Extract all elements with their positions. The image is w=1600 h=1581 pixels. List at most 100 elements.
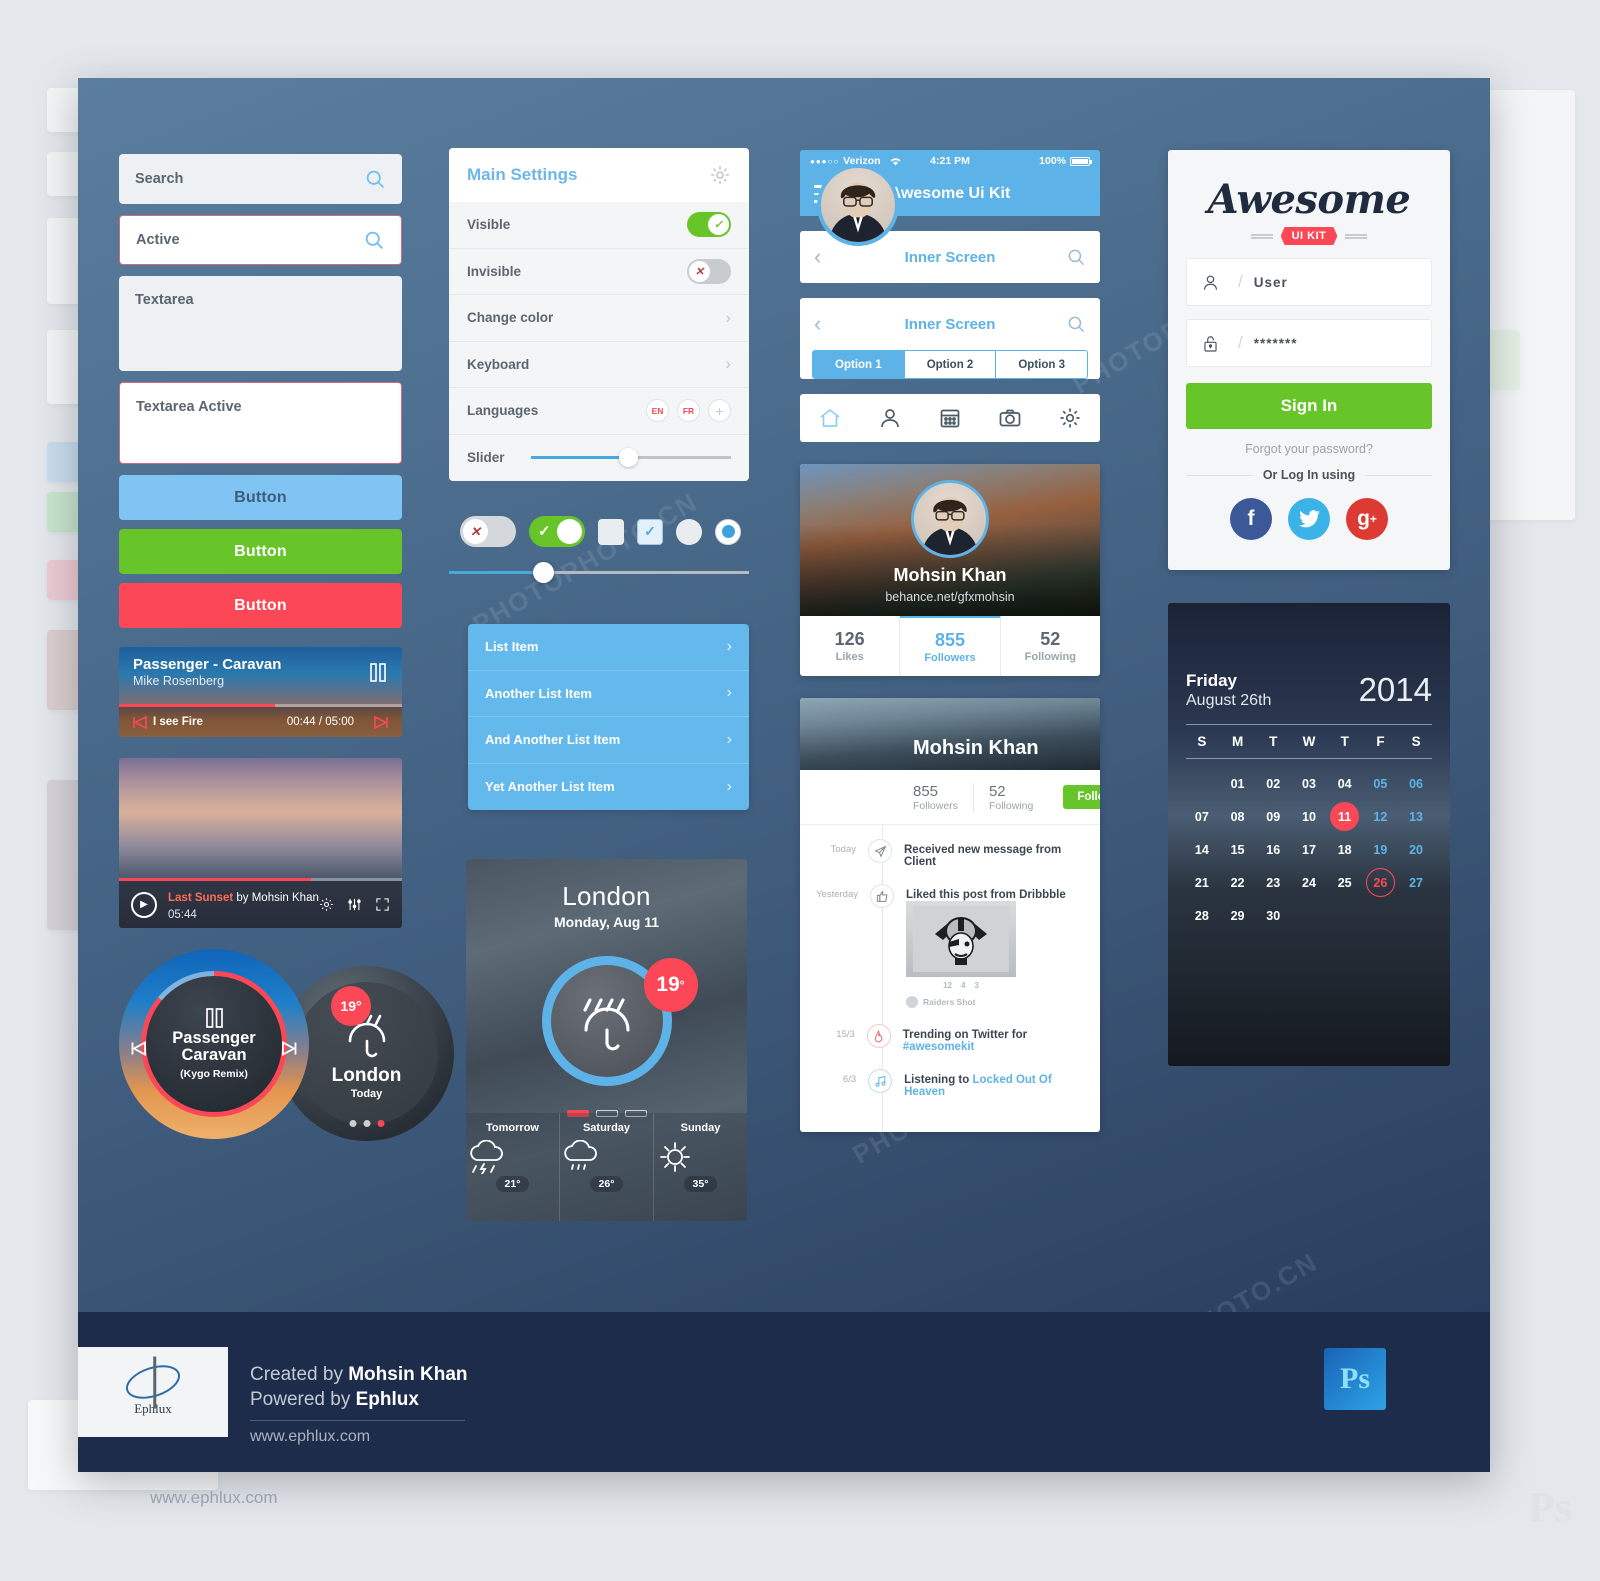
pause-icon[interactable]	[205, 1007, 223, 1028]
calendar-cell[interactable]: 14	[1184, 833, 1220, 866]
calendar-icon[interactable]	[920, 406, 980, 430]
settings-row-change-color[interactable]: Change color ›	[449, 295, 749, 342]
forgot-password-link[interactable]: Forgot your password?	[1186, 442, 1432, 456]
google-plus-icon[interactable]: g +	[1346, 498, 1388, 540]
calendar-cell[interactable]: 28	[1184, 899, 1220, 932]
forecast-day[interactable]: Saturday 26°	[560, 1113, 654, 1221]
calendar-cell[interactable]: 03	[1291, 767, 1327, 800]
back-chevron-icon[interactable]: ‹	[814, 244, 821, 270]
equalizer-icon[interactable]	[347, 897, 362, 912]
calendar-cell[interactable]: 16	[1255, 833, 1291, 866]
calendar-cell[interactable]: 11	[1327, 800, 1363, 833]
back-chevron-icon[interactable]: ‹	[814, 311, 821, 337]
button-green[interactable]: Button	[119, 529, 402, 574]
follow-button[interactable]: Follow	[1063, 785, 1100, 809]
calendar-cell[interactable]: 18	[1327, 833, 1363, 866]
calendar-cell[interactable]: 08	[1220, 800, 1256, 833]
calendar-cell[interactable]: 20	[1398, 833, 1434, 866]
calendar-cell[interactable]: 05	[1363, 767, 1399, 800]
segment-option-1[interactable]: Option 1	[813, 351, 905, 378]
list-item[interactable]: List Item ›	[468, 624, 749, 671]
language-chip-fr[interactable]: FR	[677, 399, 700, 423]
gear-icon[interactable]	[319, 897, 334, 912]
calendar-cell[interactable]: 09	[1255, 800, 1291, 833]
pause-icon[interactable]	[370, 663, 386, 682]
user-icon[interactable]	[860, 406, 920, 430]
calendar-cell[interactable]: 22	[1220, 866, 1256, 899]
segment-option-2[interactable]: Option 2	[905, 351, 997, 378]
settings-row-keyboard[interactable]: Keyboard ›	[449, 342, 749, 388]
password-field[interactable]: / *******	[1186, 319, 1432, 367]
settings-slider[interactable]	[531, 448, 731, 468]
segment-option-3[interactable]: Option 3	[996, 351, 1087, 378]
footer-website[interactable]: www.ephlux.com	[250, 1428, 468, 1446]
stat-likes[interactable]: 126 Likes	[800, 616, 901, 676]
add-language-button[interactable]: +	[708, 399, 731, 423]
settings-row-languages[interactable]: Languages EN FR +	[449, 388, 749, 435]
forecast-day[interactable]: Sunday 35°	[654, 1113, 747, 1221]
calendar-cell[interactable]: 13	[1398, 800, 1434, 833]
camera-icon[interactable]	[980, 406, 1040, 430]
signin-button[interactable]: Sign In	[1186, 383, 1432, 429]
calendar-cell[interactable]: 07	[1184, 800, 1220, 833]
dribbble-shot[interactable]: 12 4 3 Raiders Shot	[906, 901, 1066, 1008]
settings-row-slider[interactable]: Slider	[449, 435, 749, 482]
search-icon[interactable]	[364, 230, 385, 251]
visible-toggle[interactable]: ✓	[687, 212, 731, 238]
calendar-cell[interactable]: 26	[1363, 866, 1399, 899]
standalone-slider[interactable]	[449, 562, 749, 583]
list-item[interactable]: Another List Item ›	[468, 671, 749, 717]
calendar-cell[interactable]: 23	[1255, 866, 1291, 899]
search-input-active[interactable]: Active	[119, 215, 402, 265]
gear-icon[interactable]	[709, 164, 731, 186]
calendar-cell[interactable]: 06	[1398, 767, 1434, 800]
textarea-input-active[interactable]: Textarea Active	[119, 382, 402, 464]
search-icon[interactable]	[1067, 315, 1086, 334]
twitter-icon[interactable]	[1288, 498, 1330, 540]
textarea-input[interactable]: Textarea	[119, 276, 402, 371]
calendar-cell[interactable]: 24	[1291, 866, 1327, 899]
play-icon[interactable]: ▶	[131, 891, 157, 918]
toggle-on[interactable]: ✓	[529, 516, 585, 547]
settings-row-visible[interactable]: Visible ✓	[449, 202, 749, 249]
invisible-toggle[interactable]: ✕	[687, 258, 731, 284]
facebook-icon[interactable]: f	[1230, 498, 1272, 540]
circular-weather-pagination[interactable]	[349, 1120, 384, 1127]
stat-following[interactable]: 52 Following	[1001, 616, 1100, 676]
fullscreen-icon[interactable]	[375, 897, 390, 912]
previous-track-icon[interactable]	[130, 1041, 147, 1056]
button-red[interactable]: Button	[119, 583, 402, 628]
search-input[interactable]: Search	[119, 154, 402, 204]
event-link[interactable]: #awesomekit	[903, 1041, 975, 1053]
calendar-cell[interactable]: 17	[1291, 833, 1327, 866]
calendar-cell[interactable]: 29	[1220, 899, 1256, 932]
feed-stat-following[interactable]: 52 Following	[989, 783, 1048, 812]
next-track-icon[interactable]	[281, 1041, 298, 1056]
feed-stat-followers[interactable]: 855 Followers	[913, 782, 974, 812]
video-player-card[interactable]: ▶ Last Sunset by Mohsin Khan 05:44	[119, 758, 402, 928]
music-player-card[interactable]: Passenger - Caravan Mike Rosenberg I see…	[119, 647, 402, 737]
checkbox-checked[interactable]: ✓	[637, 518, 663, 545]
search-icon[interactable]	[365, 169, 386, 190]
calendar-cell[interactable]: 02	[1255, 767, 1291, 800]
radio-unchecked[interactable]	[676, 518, 702, 545]
calendar-cell[interactable]: 21	[1184, 866, 1220, 899]
button-blue[interactable]: Button	[119, 475, 402, 520]
home-icon[interactable]	[800, 406, 860, 430]
list-item[interactable]: And Another List Item ›	[468, 717, 749, 764]
calendar-cell[interactable]: 10	[1291, 800, 1327, 833]
toggle-off[interactable]: ✕	[460, 516, 516, 547]
calendar-cell[interactable]: 04	[1327, 767, 1363, 800]
calendar-cell[interactable]: 15	[1220, 833, 1256, 866]
calendar-cell[interactable]: 12	[1363, 800, 1399, 833]
gear-icon[interactable]	[1040, 406, 1100, 430]
list-item[interactable]: Yet Another List Item ›	[468, 764, 749, 811]
language-chip-en[interactable]: EN	[646, 399, 669, 423]
previous-track-icon[interactable]	[132, 715, 148, 729]
search-icon[interactable]	[1067, 248, 1086, 267]
calendar-cell[interactable]: 19	[1363, 833, 1399, 866]
calendar-cell[interactable]: 25	[1327, 866, 1363, 899]
stat-followers[interactable]: 855 Followers	[900, 615, 1001, 676]
checkbox-unchecked[interactable]	[598, 518, 624, 545]
radio-checked[interactable]	[715, 518, 741, 545]
